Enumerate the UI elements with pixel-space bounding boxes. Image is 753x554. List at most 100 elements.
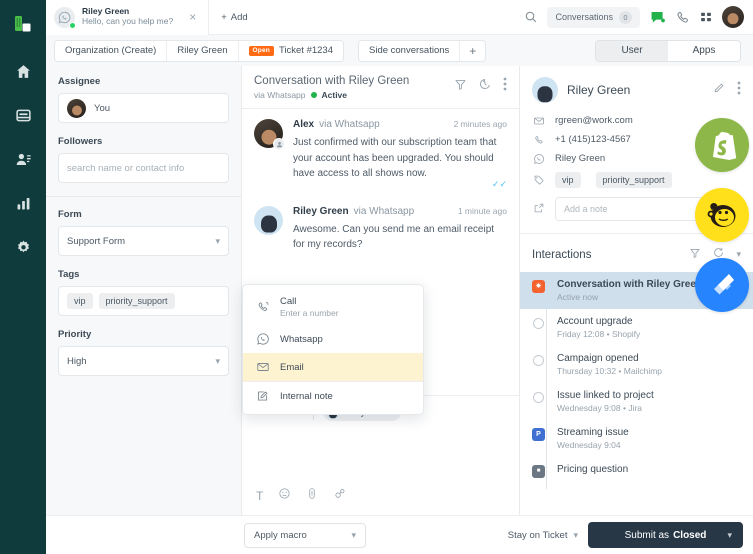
close-icon[interactable]: × [185, 8, 200, 26]
contact-email: rgreen@work.com [555, 115, 633, 126]
avatar [254, 205, 283, 235]
emoji-icon[interactable] [278, 487, 291, 505]
link-icon[interactable] [333, 487, 347, 505]
form-select[interactable]: Support Form ▾ [58, 226, 229, 256]
more-vertical-icon[interactable] [503, 77, 507, 96]
followers-placeholder: search name or contact info [67, 162, 185, 174]
apply-macro-button[interactable]: Apply macro ▾ [244, 522, 366, 548]
message-time: 1 minute ago [457, 205, 507, 216]
timeline-marker-icon: ■ [532, 464, 545, 478]
submit-button[interactable]: Submit as Closed ▾ [588, 522, 743, 548]
tab-apps[interactable]: Apps [668, 40, 740, 61]
contact-header: Riley Green [520, 66, 753, 111]
add-side-conversation-icon[interactable]: + [460, 41, 485, 61]
dropdown-item-internal-note[interactable]: Internal note [243, 381, 423, 410]
list-item-texts: Streaming issue Wednesday 9:04 [557, 427, 629, 450]
list-item-texts: Account upgrade Friday 12:08 • Shopify [557, 316, 640, 339]
submit-prefix-label: Submit as [624, 529, 670, 541]
list-item-sub: Active now [557, 291, 599, 302]
stay-on-ticket-button[interactable]: Stay on Ticket ▾ [508, 530, 578, 541]
composer-textarea[interactable] [242, 421, 519, 487]
online-status-dot [69, 21, 76, 29]
breadcrumb-ticket[interactable]: Open Ticket #1234 [239, 41, 343, 61]
tags-field[interactable]: vip priority_support [58, 286, 229, 316]
phone-icon[interactable] [675, 10, 690, 25]
shopify-logo[interactable] [695, 118, 749, 172]
message-time: 2 minutes ago [453, 119, 507, 129]
interactions-title: Interactions [532, 248, 592, 261]
list-item[interactable]: ■ Pricing question [520, 457, 753, 485]
message-body: Alex via Whatsapp 2 minutes ago Just con… [293, 119, 507, 190]
message-author: Alex [293, 119, 315, 130]
search-icon[interactable] [524, 10, 538, 24]
form-label: Form [58, 209, 82, 220]
sidebar-item-settings[interactable] [6, 230, 40, 264]
chat-bubble-icon[interactable] [649, 9, 666, 26]
contact-whatsapp: Riley Green [555, 153, 606, 164]
breadcrumb-contact[interactable]: Riley Green [167, 40, 239, 61]
jira-logo[interactable] [695, 258, 749, 312]
timeline-marker-icon: P [532, 427, 545, 441]
add-conversation-button[interactable]: + Add [209, 12, 259, 23]
top-bar: Riley Green Hello, can you help me? × + … [46, 0, 753, 35]
chevron-down-icon[interactable]: ▾ [736, 249, 741, 260]
contact-name: Riley Green [567, 83, 631, 97]
followers-label: Followers [58, 136, 103, 147]
priority-select[interactable]: High ▾ [58, 346, 229, 376]
attachment-icon[interactable] [306, 487, 318, 505]
list-item[interactable]: P Streaming issue Wednesday 9:04 [520, 420, 753, 457]
list-item-texts: Issue linked to project Wednesday 9:08 •… [557, 390, 654, 413]
list-item-texts: Conversation with Riley Green Active now [557, 279, 702, 302]
left-nav-rail [0, 0, 46, 554]
list-item[interactable]: Issue linked to project Wednesday 9:08 •… [520, 383, 753, 420]
brand-logo[interactable] [8, 10, 38, 40]
conversations-filter-pill[interactable]: Conversations 0 [547, 6, 640, 28]
chevron-down-icon: ▾ [573, 529, 578, 540]
dropdown-item-email[interactable]: Email [243, 353, 423, 381]
breadcrumb-ticket-label: Ticket #1234 [278, 45, 333, 56]
filter-icon[interactable] [689, 246, 701, 264]
chevron-down-icon: ▾ [351, 529, 356, 540]
tab-user[interactable]: User [596, 40, 668, 61]
status-badge: Open [248, 45, 274, 56]
dropdown-item-call[interactable]: Call Enter a number [243, 289, 423, 325]
app-root: Riley Green Hello, can you help me? × + … [0, 0, 753, 554]
sidebar-item-reports[interactable] [6, 186, 40, 220]
priority-label: Priority [58, 329, 92, 340]
breadcrumb-bar: Organization (Create) Riley Green Open T… [46, 35, 753, 66]
apply-macro-label: Apply macro [254, 529, 307, 541]
avatar [254, 119, 285, 150]
followers-input[interactable]: search name or contact info [58, 153, 229, 183]
mailchimp-logo[interactable] [695, 188, 749, 242]
breadcrumb-organization[interactable]: Organization (Create) [55, 40, 168, 61]
conversation-tab[interactable]: Riley Green Hello, can you help me? × [46, 0, 210, 35]
contact-header-actions [713, 81, 741, 100]
list-item[interactable]: Account upgrade Friday 12:08 • Shopify [520, 309, 753, 346]
tag-icon [532, 174, 546, 186]
list-item-texts: Campaign opened Thursday 10:32 • Mailchi… [557, 353, 662, 376]
list-item-title: Campaign opened [557, 352, 639, 364]
pencil-icon[interactable] [713, 81, 726, 99]
conversation-tab-preview: Hello, can you help me? [82, 16, 174, 26]
apps-grid-icon[interactable] [699, 10, 713, 24]
sidebar-item-home[interactable] [6, 54, 40, 88]
history-icon[interactable] [478, 77, 492, 96]
sidebar-item-conversations[interactable] [6, 98, 40, 132]
breadcrumb: Organization (Create) Riley Green Open T… [54, 39, 344, 62]
list-item[interactable]: Campaign opened Thursday 10:32 • Mailchi… [520, 346, 753, 383]
add-note-placeholder: Add a note [564, 204, 608, 214]
side-conversations-button[interactable]: Side conversations [359, 40, 461, 61]
text-format-icon[interactable]: T [256, 489, 263, 503]
more-vertical-icon[interactable] [737, 81, 741, 100]
message-item: Alex via Whatsapp 2 minutes ago Just con… [254, 119, 507, 190]
list-item-sub: Thursday 10:32 • Mailchimp [557, 365, 663, 376]
dropdown-item-call-texts: Call Enter a number [280, 296, 339, 318]
filter-icon[interactable] [454, 78, 467, 96]
page-title: Conversation with Riley Green [254, 75, 410, 87]
assignee-field[interactable]: You [58, 93, 229, 123]
timeline-marker-icon: ✷ [532, 279, 545, 293]
dropdown-item-whatsapp[interactable]: Whatsapp [243, 325, 423, 353]
user-avatar[interactable] [722, 6, 744, 28]
sidebar-item-contacts[interactable] [6, 142, 40, 176]
right-panel-tabs: User Apps [595, 39, 741, 62]
